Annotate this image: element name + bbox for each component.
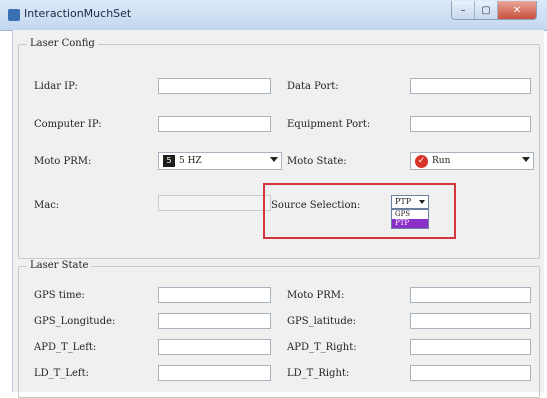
moto-prm-select[interactable]: 5 5 HZ (158, 152, 282, 170)
source-selection-dropdown: GPS PTP (391, 209, 429, 229)
close-icon: ✕ (512, 4, 522, 16)
equipment-port-field[interactable] (410, 116, 531, 132)
chevron-down-icon (522, 157, 530, 162)
moto-prm-label: Moto PRM: (34, 156, 92, 167)
data-port-label: Data Port: (287, 81, 339, 92)
chevron-down-icon (270, 157, 278, 162)
dialog-client-area: Laser Config Lidar IP: Data Port: Comput… (12, 30, 544, 398)
laser-config-legend: Laser Config (27, 38, 98, 49)
lidar-ip-label: Lidar IP: (34, 81, 78, 92)
source-option-gps[interactable]: GPS (392, 210, 428, 219)
window-title: InteractionMuchSet (24, 7, 132, 20)
laser-state-legend: Laser State (27, 260, 92, 271)
moto-state-label: Moto State: (287, 156, 347, 167)
apd-t-left-label: APD_T_Left: (34, 342, 97, 353)
apd-t-right-field[interactable] (410, 339, 531, 355)
app-icon (8, 9, 20, 21)
state-moto-prm-field[interactable] (410, 287, 531, 303)
computer-ip-label: Computer IP: (34, 119, 102, 130)
moto-prm-badge-icon: 5 (163, 155, 175, 167)
state-moto-prm-label: Moto PRM: (287, 290, 345, 301)
gps-latitude-label: GPS_latitude: (287, 316, 357, 327)
moto-prm-value: 5 HZ (179, 156, 202, 166)
moto-state-select[interactable]: ✓ Run (410, 152, 534, 170)
apd-t-right-label: APD_T_Right: (287, 342, 357, 353)
ld-t-right-label: LD_T_Right: (287, 368, 350, 379)
minimize-button[interactable]: – (452, 1, 474, 19)
title-bar: InteractionMuchSet – ▢ ✕ (0, 0, 547, 31)
close-button[interactable]: ✕ (497, 1, 536, 19)
data-port-field[interactable] (410, 78, 531, 94)
maximize-icon: ▢ (481, 4, 491, 16)
apd-t-left-field[interactable] (158, 339, 271, 355)
moto-state-value: Run (432, 156, 451, 166)
gps-time-label: GPS time: (34, 290, 85, 301)
chevron-down-icon (419, 200, 425, 204)
run-status-icon: ✓ (415, 154, 428, 168)
gps-latitude-field[interactable] (410, 313, 531, 329)
ld-t-right-field[interactable] (410, 365, 531, 381)
source-selection-select[interactable]: PTP (391, 195, 429, 209)
mac-label: Mac: (34, 200, 60, 211)
source-selection-value: PTP (395, 197, 412, 206)
gps-longitude-label: GPS_Longitude: (34, 316, 116, 327)
gps-time-field[interactable] (158, 287, 271, 303)
source-selection-label: Source Selection: (271, 200, 361, 211)
maximize-button[interactable]: ▢ (474, 1, 497, 19)
ld-t-left-label: LD_T_Left: (34, 368, 89, 379)
gps-longitude-field[interactable] (158, 313, 271, 329)
computer-ip-field[interactable] (158, 116, 271, 132)
ld-t-left-field[interactable] (158, 365, 271, 381)
minimize-icon: – (460, 4, 466, 16)
equipment-port-label: Equipment Port: (287, 119, 371, 130)
window-controls: – ▢ ✕ (451, 1, 537, 20)
mac-field[interactable] (158, 195, 271, 211)
lidar-ip-field[interactable] (158, 78, 271, 94)
source-option-ptp[interactable]: PTP (392, 219, 428, 228)
